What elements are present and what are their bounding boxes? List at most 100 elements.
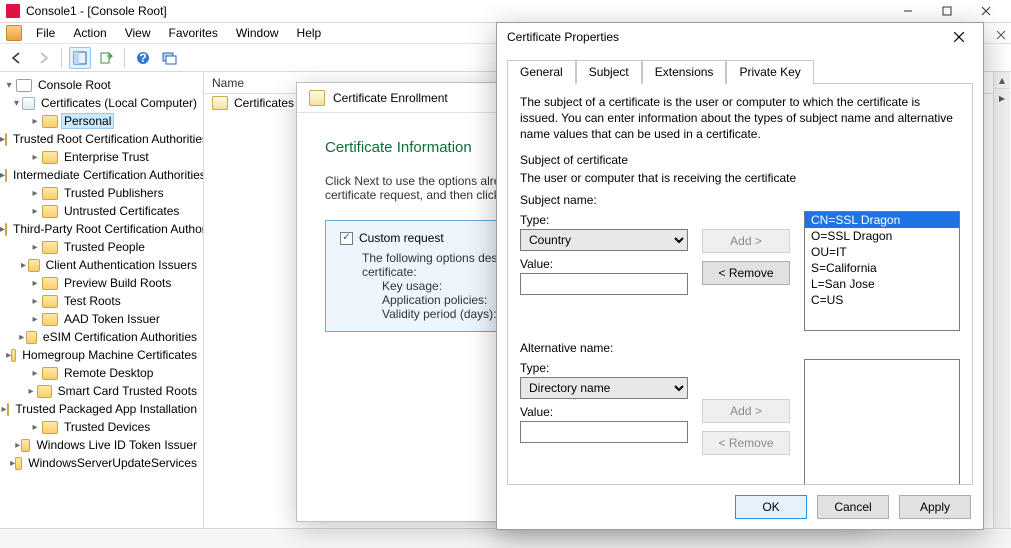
ok-button[interactable]: OK <box>735 495 807 519</box>
expand-icon[interactable]: ▸ <box>28 314 42 325</box>
export-button[interactable] <box>95 47 117 69</box>
alt-remove-button[interactable]: < Remove <box>702 431 790 455</box>
subject-add-button[interactable]: Add > <box>702 229 790 253</box>
tab-private-key[interactable]: Private Key <box>726 60 813 84</box>
minimize-button[interactable] <box>888 0 927 22</box>
expand-icon[interactable]: ▸ <box>28 188 42 199</box>
menu-help[interactable]: Help <box>289 24 330 42</box>
custom-request-checkbox[interactable]: ✓ <box>340 232 353 245</box>
tree-item[interactable]: ▸Untrusted Certificates <box>0 202 203 220</box>
tree-item[interactable]: ▸Homegroup Machine Certificates <box>0 346 203 364</box>
tree-item[interactable]: ▸ Smart Card Trusted Roots <box>0 382 203 400</box>
subject-list-item[interactable]: OU=IT <box>805 244 959 260</box>
expand-icon[interactable]: ▸ <box>17 332 26 343</box>
new-window-button[interactable] <box>158 47 180 69</box>
tree-item[interactable]: ▸AAD Token Issuer <box>0 310 203 328</box>
tree-pane[interactable]: ▾ Console Root ▾ Certificates (Local Com… <box>0 72 204 528</box>
tree-item[interactable]: ▸Intermediate Certification Authorities <box>0 166 203 184</box>
vertical-scrollbar[interactable]: ▴ ▸ <box>993 72 1010 528</box>
scroll-right-icon[interactable]: ▸ <box>994 89 1010 106</box>
subject-list-item[interactable]: L=San Jose <box>805 276 959 292</box>
expand-icon[interactable]: ▸ <box>28 206 42 217</box>
tree-item-label: Intermediate Certification Authorities <box>11 168 204 182</box>
dialog-tabs: General Subject Extensions Private Key <box>497 51 983 83</box>
expand-icon[interactable]: ▸ <box>28 116 42 127</box>
dialog-close-button[interactable] <box>945 26 973 48</box>
collapse-icon[interactable]: ▾ <box>2 80 16 91</box>
apply-button[interactable]: Apply <box>899 495 971 519</box>
nav-fwd-button[interactable] <box>32 47 54 69</box>
tab-general[interactable]: General <box>507 60 576 84</box>
expand-icon[interactable]: ▸ <box>19 260 28 271</box>
menu-window[interactable]: Window <box>228 24 287 42</box>
scroll-up-icon[interactable]: ▴ <box>994 72 1010 89</box>
tree-item-label: Third-Party Root Certification Authoriti… <box>11 222 204 236</box>
close-button[interactable] <box>966 0 1005 22</box>
tree-item[interactable]: ▸Windows Live ID Token Issuer <box>0 436 203 454</box>
tree-item[interactable]: ▸ Trusted Packaged App Installation <box>0 400 203 418</box>
tab-subject[interactable]: Subject <box>576 60 642 84</box>
expand-icon[interactable]: ▸ <box>25 386 37 397</box>
alt-add-button[interactable]: Add > <box>702 399 790 423</box>
show-tree-button[interactable] <box>69 47 91 69</box>
cancel-button[interactable]: Cancel <box>817 495 889 519</box>
tree-root[interactable]: ▾ Console Root <box>0 76 203 94</box>
subject-list-item[interactable]: S=California <box>805 260 959 276</box>
subject-name-listbox[interactable]: CN=SSL DragonO=SSL DragonOU=ITS=Californ… <box>804 211 960 331</box>
folder-icon <box>37 385 51 398</box>
menu-view[interactable]: View <box>117 24 159 42</box>
folder-icon <box>21 439 30 452</box>
nav-back-button[interactable] <box>6 47 28 69</box>
expand-icon[interactable]: ▸ <box>2 404 7 415</box>
subject-type-select[interactable]: Country <box>520 229 688 251</box>
maximize-button[interactable] <box>927 0 966 22</box>
expand-icon[interactable]: ▸ <box>14 440 21 451</box>
subject-list-item[interactable]: C=US <box>805 292 959 308</box>
tree-item[interactable]: ▸Third-Party Root Certification Authorit… <box>0 220 203 238</box>
tree-item[interactable]: ▸Trusted Root Certification Authorities <box>0 130 203 148</box>
subject-list-item[interactable]: CN=SSL Dragon <box>805 212 959 228</box>
menu-file[interactable]: File <box>28 24 63 42</box>
tree-item[interactable]: ▸Trusted Devices <box>0 418 203 436</box>
tree-item[interactable]: ▸Preview Build Roots <box>0 274 203 292</box>
tree-item[interactable]: ▸Trusted Publishers <box>0 184 203 202</box>
folder-icon <box>42 241 58 254</box>
child-close-icon[interactable] <box>993 27 1009 43</box>
subject-list-item[interactable]: O=SSL Dragon <box>805 228 959 244</box>
tree-certs-local[interactable]: ▾ Certificates (Local Computer) <box>0 94 203 112</box>
menu-favorites[interactable]: Favorites <box>161 24 226 42</box>
alt-type-select[interactable]: Directory name <box>520 377 688 399</box>
expand-icon[interactable]: ▸ <box>28 152 42 163</box>
folder-icon <box>42 115 58 128</box>
folder-icon <box>5 223 7 236</box>
tree-item-label: Smart Card Trusted Roots <box>56 384 199 398</box>
tree-item-label: Client Authentication Issuers <box>44 258 199 272</box>
alternative-name-listbox[interactable] <box>804 359 960 485</box>
tree-item[interactable]: ▸Test Roots <box>0 292 203 310</box>
tree-item[interactable]: ▸eSIM Certification Authorities <box>0 328 203 346</box>
tree-item[interactable]: ▸Remote Desktop <box>0 364 203 382</box>
wizard-title-text: Certificate Enrollment <box>333 91 448 105</box>
cert-store-icon <box>22 97 35 110</box>
alt-value-input[interactable] <box>520 421 688 443</box>
folder-icon <box>11 349 16 362</box>
tree-item[interactable]: ▸Personal <box>0 112 203 130</box>
tree-item-label: Trusted Packaged App Installation <box>13 402 199 416</box>
expand-icon[interactable]: ▸ <box>28 368 42 379</box>
expand-icon[interactable]: ▸ <box>28 242 42 253</box>
subject-value-input[interactable] <box>520 273 688 295</box>
expand-icon[interactable]: ▸ <box>28 422 42 433</box>
help-button[interactable]: ? <box>132 47 154 69</box>
subject-of-cert-sub: The user or computer that is receiving t… <box>520 171 960 185</box>
tab-extensions[interactable]: Extensions <box>642 60 727 84</box>
expand-icon[interactable]: ▸ <box>28 296 42 307</box>
subject-remove-button[interactable]: < Remove <box>702 261 790 285</box>
tree-item[interactable]: ▸Trusted People <box>0 238 203 256</box>
alt-value-label: Value: <box>520 405 688 419</box>
expand-icon[interactable]: ▸ <box>28 278 42 289</box>
tree-item[interactable]: ▸ Client Authentication Issuers <box>0 256 203 274</box>
tree-item[interactable]: ▸Enterprise Trust <box>0 148 203 166</box>
collapse-icon[interactable]: ▾ <box>11 98 22 109</box>
menu-action[interactable]: Action <box>65 24 114 42</box>
tree-item[interactable]: ▸WindowsServerUpdateServices <box>0 454 203 472</box>
